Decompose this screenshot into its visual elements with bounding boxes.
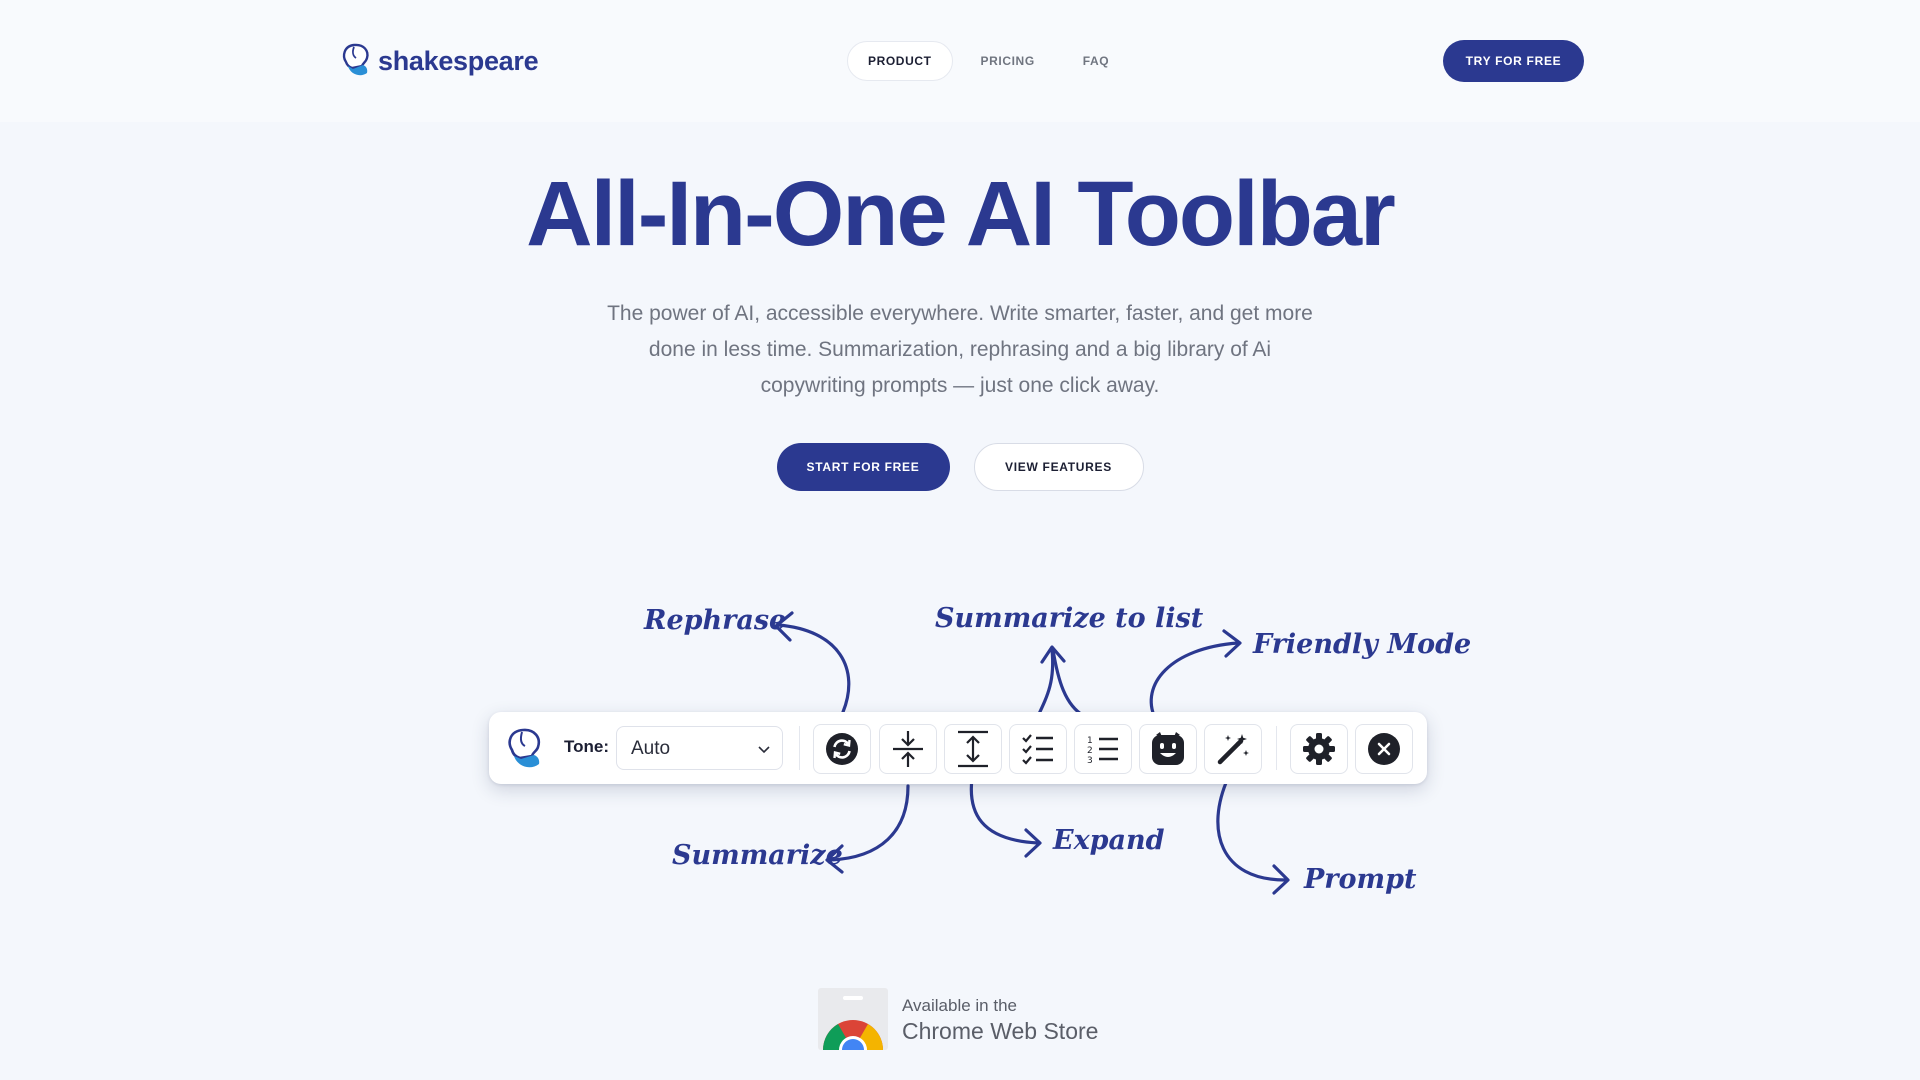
shakespeare-avatar-icon bbox=[508, 728, 541, 768]
friendly-arrow bbox=[1149, 641, 1240, 720]
annotation-expand: Expand bbox=[1053, 825, 1165, 856]
expand-icon bbox=[958, 730, 988, 768]
store-line2: Chrome Web Store bbox=[902, 1018, 1099, 1044]
tone-select[interactable]: Auto bbox=[616, 726, 783, 770]
tone-value: Auto bbox=[631, 738, 671, 759]
store-line1: Available in the bbox=[902, 996, 1017, 1015]
settings-button[interactable] bbox=[1290, 724, 1348, 774]
summarize-button[interactable] bbox=[879, 724, 937, 774]
annotation-summarize: Summarize bbox=[672, 840, 843, 871]
friendly-face-icon bbox=[1152, 732, 1184, 765]
rephrase-icon bbox=[826, 733, 858, 765]
chevron-down-icon bbox=[758, 746, 770, 754]
summarize-list-arrow bbox=[1036, 648, 1055, 718]
svg-text:1: 1 bbox=[1087, 736, 1093, 746]
checklist-icon bbox=[1022, 734, 1053, 765]
close-button[interactable] bbox=[1355, 724, 1413, 774]
numbered-list-button[interactable]: 1 2 3 bbox=[1074, 724, 1132, 774]
annotation-prompt: Prompt bbox=[1304, 864, 1417, 895]
friendly-mode-button[interactable] bbox=[1139, 724, 1197, 774]
gear-icon bbox=[1303, 733, 1335, 765]
summarize-icon bbox=[893, 731, 923, 767]
toolbar-divider bbox=[1276, 726, 1277, 770]
toolbar-divider bbox=[799, 726, 800, 770]
expand-button[interactable] bbox=[944, 724, 1002, 774]
summarize-to-list-button[interactable] bbox=[1009, 724, 1067, 774]
annotation-summarize-to-list: Summarize to list bbox=[935, 603, 1204, 634]
annotation-friendly-mode: Friendly Mode bbox=[1253, 629, 1472, 660]
prompt-button[interactable] bbox=[1204, 724, 1262, 774]
annotation-rephrase: Rephrase bbox=[644, 605, 787, 636]
magic-wand-icon bbox=[1217, 734, 1249, 765]
ai-toolbar: Tone: Auto 1 2 3 bbox=[489, 712, 1427, 784]
chrome-web-store-icon bbox=[818, 988, 888, 1050]
svg-text:3: 3 bbox=[1087, 756, 1093, 765]
chrome-web-store-badge[interactable]: Available in the Chrome Web Store bbox=[818, 988, 1098, 1050]
tone-label: Tone: bbox=[564, 737, 610, 756]
close-icon bbox=[1368, 733, 1400, 765]
chrome-web-store-text: Available in the Chrome Web Store bbox=[902, 988, 1098, 1045]
numbered-list-icon: 1 2 3 bbox=[1087, 736, 1118, 765]
rephrase-button[interactable] bbox=[813, 724, 871, 774]
annotation-arrows bbox=[774, 611, 1290, 895]
svg-text:2: 2 bbox=[1087, 746, 1093, 756]
